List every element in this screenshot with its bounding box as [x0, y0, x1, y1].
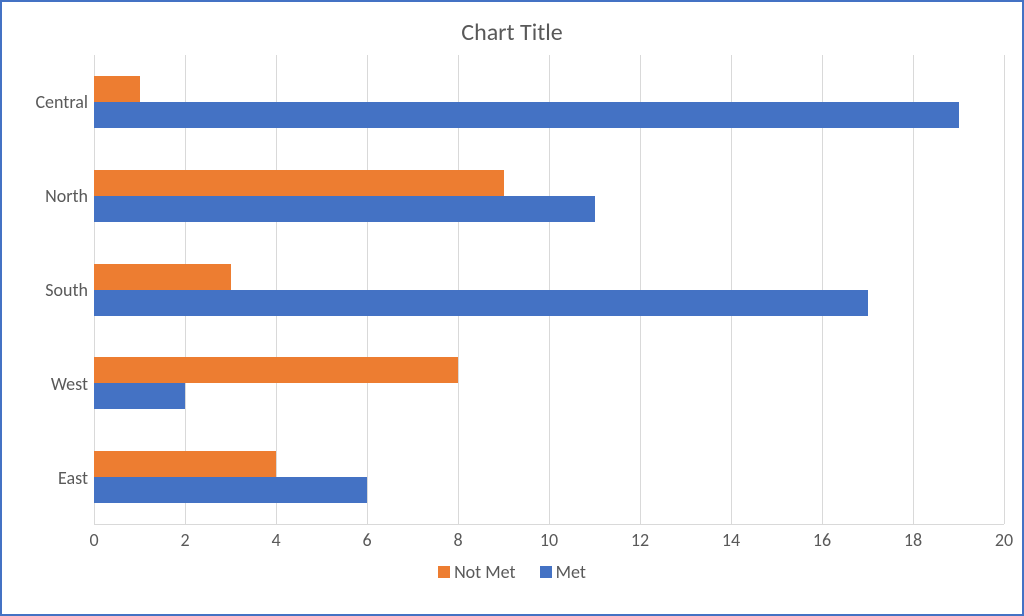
bar-notmet [94, 357, 458, 383]
x-tick: 18 [904, 529, 922, 551]
x-tick: 20 [995, 529, 1013, 551]
bar-notmet [94, 76, 140, 102]
y-category-label: West [51, 373, 88, 395]
plot-wrap: Central North South West East [20, 55, 1004, 525]
x-tick: 8 [453, 529, 462, 551]
bar-met [94, 290, 868, 316]
legend-label: Met [556, 561, 586, 583]
square-icon [438, 566, 450, 578]
square-icon [540, 566, 552, 578]
x-axis: 0 2 4 6 8 10 12 14 16 18 20 [94, 525, 1004, 555]
bar-met [94, 102, 959, 128]
x-tick: 4 [271, 529, 280, 551]
chart-frame: Chart Title Central North South West Eas… [0, 0, 1024, 616]
x-tick: 6 [362, 529, 371, 551]
bars [94, 55, 1004, 524]
bar-notmet [94, 451, 276, 477]
bar-notmet [94, 170, 504, 196]
bar-met [94, 383, 185, 409]
x-tick: 10 [540, 529, 558, 551]
x-tick: 12 [631, 529, 649, 551]
chart-title: Chart Title [20, 18, 1004, 47]
y-category-label: South [45, 279, 88, 301]
x-tick: 2 [180, 529, 189, 551]
y-category-label: Central [35, 91, 88, 113]
y-category-label: East [58, 467, 88, 489]
legend-item-notmet: Not Met [438, 561, 516, 583]
y-category-label: North [45, 185, 88, 207]
bar-notmet [94, 264, 231, 290]
legend: Not Met Met [20, 561, 1004, 583]
x-tick: 16 [813, 529, 831, 551]
plot-area [94, 55, 1004, 525]
x-tick: 14 [722, 529, 740, 551]
legend-item-met: Met [540, 561, 586, 583]
bar-met [94, 477, 367, 503]
x-tick: 0 [89, 529, 98, 551]
y-axis: Central North South West East [20, 55, 94, 525]
legend-label: Not Met [454, 561, 516, 583]
bar-met [94, 196, 595, 222]
